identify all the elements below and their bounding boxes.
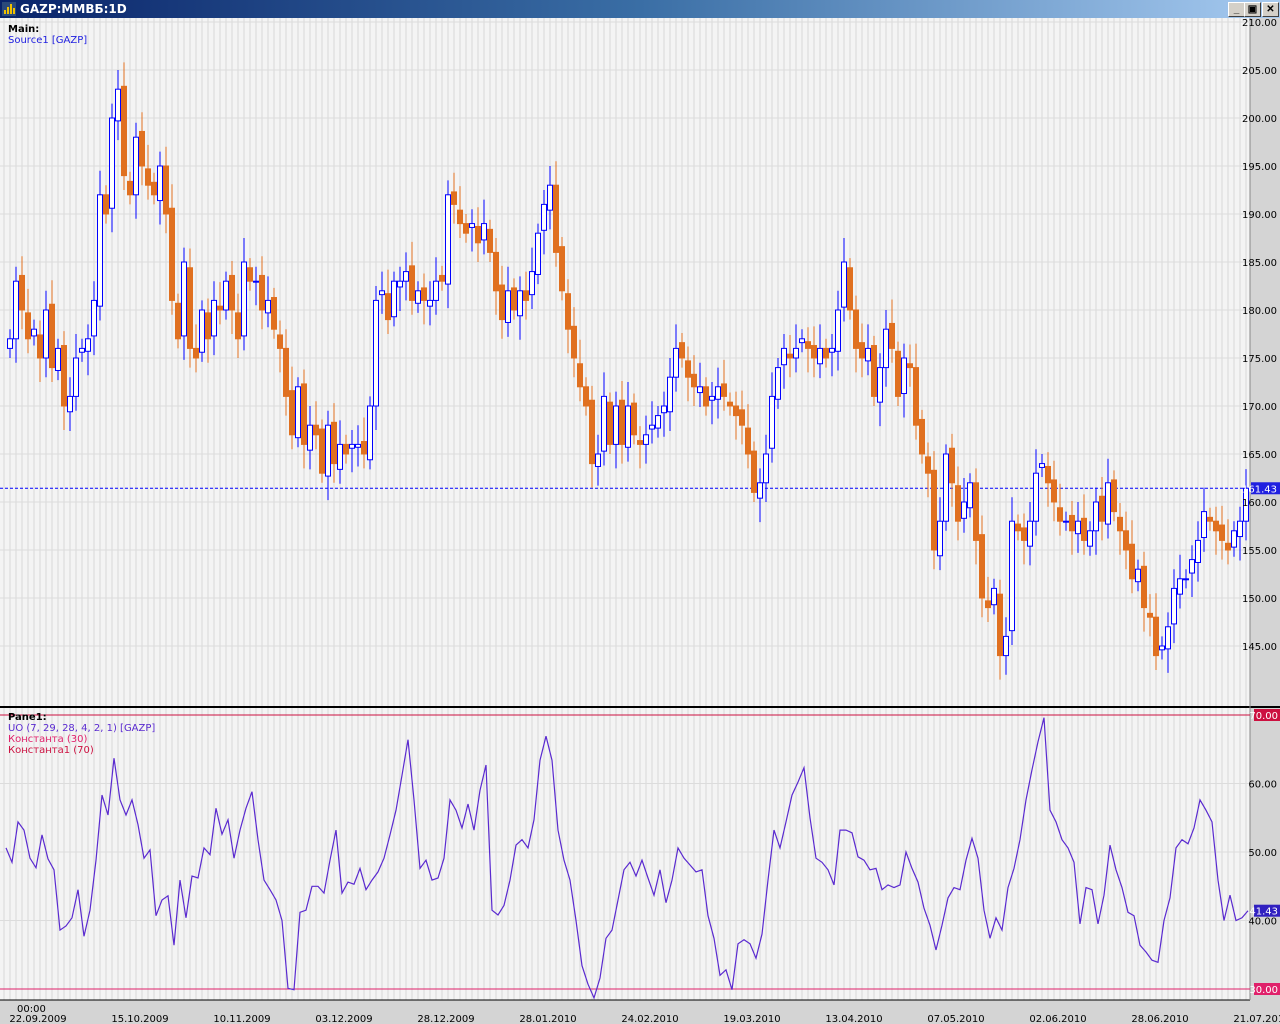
main-pane-label: Main: xyxy=(8,24,40,35)
price-tick-label: 150.00 xyxy=(1242,594,1277,605)
price-tick-label: 170.00 xyxy=(1242,402,1277,413)
date-tick-label: 21.07.2010 xyxy=(1233,1014,1280,1024)
date-tick-label: 07.05.2010 xyxy=(927,1014,984,1024)
candle[interactable] xyxy=(295,377,301,448)
price-tick-label: 175.00 xyxy=(1242,354,1277,365)
candle[interactable] xyxy=(367,396,373,470)
pane1-label: Pane1: xyxy=(8,712,47,723)
date-tick-label: 19.03.2010 xyxy=(723,1014,780,1024)
price-tick-label: 185.00 xyxy=(1242,258,1277,269)
price-tick-label: 205.00 xyxy=(1242,66,1277,77)
const30-legend[interactable]: Константа (30) xyxy=(8,734,87,745)
uo-legend[interactable]: UO (7, 29, 28, 4, 2, 1) [GAZP] xyxy=(8,723,155,734)
price-tick-label: 145.00 xyxy=(1242,642,1277,653)
date-tick-label: 28.06.2010 xyxy=(1131,1014,1188,1024)
source-legend[interactable]: Source1 [GAZP] xyxy=(8,35,87,46)
date-tick-label: 15.10.2009 xyxy=(111,1014,168,1024)
title-bar: GAZP:MMBБ:1D _ ▣ ✕ xyxy=(0,0,1280,18)
candle[interactable] xyxy=(871,335,877,406)
price-tick-label: 155.00 xyxy=(1242,546,1277,557)
maximize-button[interactable]: ▣ xyxy=(1244,2,1261,17)
candle[interactable] xyxy=(319,419,325,483)
window-title: GAZP:MMBБ:1D xyxy=(20,2,127,16)
uo-tick-label: 50.00 xyxy=(1248,848,1277,859)
date-tick-label: 13.04.2010 xyxy=(825,1014,882,1024)
uo-tick-label: 40.00 xyxy=(1248,917,1277,928)
price-tick-label: 160.00 xyxy=(1242,498,1277,509)
uo-tick-label: 60.00 xyxy=(1248,780,1277,791)
price-tick-label: 165.00 xyxy=(1242,450,1277,461)
candle[interactable] xyxy=(943,444,949,531)
date-tick-label: 24.02.2010 xyxy=(621,1014,678,1024)
price-tick-label: 195.00 xyxy=(1242,162,1277,173)
last-price-label: 161.43 xyxy=(1242,484,1277,495)
candle[interactable] xyxy=(559,237,565,301)
chart-app-icon xyxy=(2,2,16,16)
candle[interactable] xyxy=(847,258,853,320)
price-tick-label: 190.00 xyxy=(1242,210,1277,221)
candle[interactable] xyxy=(199,300,205,362)
date-tick-label: 22.09.2009 xyxy=(9,1014,66,1024)
chart-area[interactable]: 210.00 205.00 200.00 195.00 190.00 185.00 180.… xyxy=(0,18,1280,1024)
constant-label: 30.00 xyxy=(1249,985,1278,996)
date-tick-label: 02.06.2010 xyxy=(1029,1014,1086,1024)
price-tick-label: 210.00 xyxy=(1242,18,1277,29)
price-tick-label: 180.00 xyxy=(1242,306,1277,317)
price-tick-label: 200.00 xyxy=(1242,114,1277,125)
candle[interactable] xyxy=(607,392,613,454)
minimize-button[interactable]: _ xyxy=(1228,2,1245,17)
date-tick-label: 28.01.2010 xyxy=(519,1014,576,1024)
candle[interactable] xyxy=(895,341,901,406)
date-tick-label: 28.12.2009 xyxy=(417,1014,474,1024)
date-tick-label: 03.12.2009 xyxy=(315,1014,372,1024)
date-tick-label: 10.11.2009 xyxy=(213,1014,270,1024)
uo-last-label: 41.43 xyxy=(1249,907,1278,918)
close-button[interactable]: ✕ xyxy=(1262,2,1279,17)
constant-label: 70.00 xyxy=(1249,711,1278,722)
const70-legend[interactable]: Константа1 (70) xyxy=(8,745,94,756)
